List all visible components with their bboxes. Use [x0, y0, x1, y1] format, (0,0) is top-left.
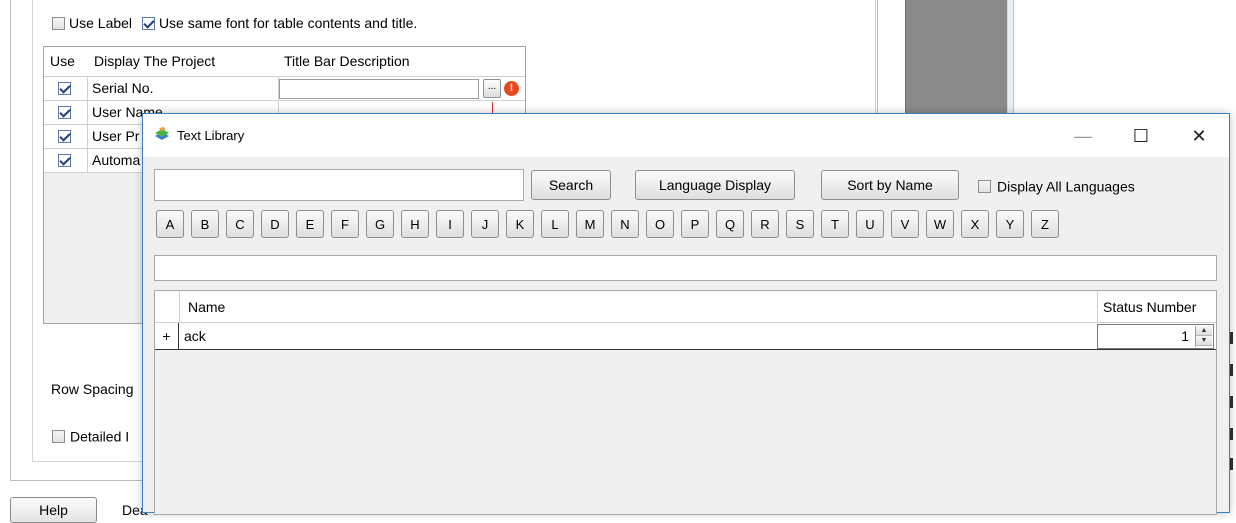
letter-button-g[interactable]: G	[366, 210, 394, 238]
app-icon	[155, 127, 169, 140]
title-bar[interactable]: Text Library — ☐ ✕	[143, 114, 1229, 157]
letter-button-x[interactable]: X	[961, 210, 989, 238]
filter-input[interactable]	[154, 255, 1217, 281]
project-row-serial[interactable]: Serial No. ... !	[44, 77, 525, 101]
letter-button-k[interactable]: K	[506, 210, 534, 238]
row-project-label: Automa	[92, 152, 141, 168]
browse-text-button[interactable]: ...	[483, 79, 501, 98]
letter-button-u[interactable]: U	[856, 210, 884, 238]
letter-button-c[interactable]: C	[226, 210, 254, 238]
error-icon: !	[504, 81, 519, 96]
display-all-languages-option: Display All Languages	[978, 177, 1135, 194]
letter-button-i[interactable]: I	[436, 210, 464, 238]
letter-button-h[interactable]: H	[401, 210, 429, 238]
spin-down-icon[interactable]: ▼	[1196, 336, 1212, 346]
letter-button-t[interactable]: T	[821, 210, 849, 238]
status-number-stepper[interactable]: 1 ▲ ▼	[1097, 324, 1214, 349]
row-name-cell[interactable]: ack	[184, 328, 206, 344]
preview-scroll-edge	[1008, 0, 1014, 118]
letter-button-d[interactable]: D	[261, 210, 289, 238]
letter-button-o[interactable]: O	[646, 210, 674, 238]
header-status-number[interactable]: Status Number	[1103, 299, 1196, 315]
letter-button-z[interactable]: Z	[1031, 210, 1059, 238]
use-label-checkbox[interactable]	[52, 16, 65, 30]
row-use-checkbox[interactable]	[58, 154, 71, 167]
detailed-label: Detailed I	[70, 428, 130, 445]
row-spacing-label: Row Spacing	[51, 381, 134, 397]
help-button[interactable]: Help	[10, 497, 97, 523]
text-library-window: Text Library — ☐ ✕ Search Language Displ…	[142, 113, 1230, 515]
letter-button-e[interactable]: E	[296, 210, 324, 238]
letter-button-s[interactable]: S	[786, 210, 814, 238]
detailed-checkbox[interactable]	[52, 429, 65, 443]
letter-button-m[interactable]: M	[576, 210, 604, 238]
window-title: Text Library	[177, 128, 245, 143]
minimize-button[interactable]: —	[1060, 122, 1106, 150]
expand-row-button[interactable]: +	[155, 323, 179, 350]
use-label-text: Use Label	[69, 15, 133, 32]
row-use-checkbox[interactable]	[58, 130, 71, 143]
row-project-label: Serial No.	[92, 80, 154, 96]
close-button[interactable]: ✕	[1176, 122, 1222, 150]
title-description-input[interactable]	[279, 79, 479, 99]
maximize-button[interactable]: ☐	[1118, 122, 1164, 150]
header-use: Use	[50, 53, 75, 69]
letter-button-y[interactable]: Y	[996, 210, 1024, 238]
preview-area	[905, 0, 1008, 118]
header-title-bar-description: Title Bar Description	[284, 53, 410, 69]
project-table-header: Use Display The Project Title Bar Descri…	[44, 47, 525, 77]
header-display-project: Display The Project	[94, 53, 216, 69]
letter-button-j[interactable]: J	[471, 210, 499, 238]
display-all-languages-label: Display All Languages	[997, 178, 1135, 195]
status-number-value: 1	[1181, 328, 1189, 344]
letter-button-b[interactable]: B	[191, 210, 219, 238]
header-name[interactable]: Name	[188, 299, 225, 315]
grid-header: Name Status Number	[155, 291, 1216, 323]
search-input[interactable]	[154, 169, 524, 201]
letter-button-r[interactable]: R	[751, 210, 779, 238]
letter-button-w[interactable]: W	[926, 210, 954, 238]
search-button[interactable]: Search	[531, 170, 611, 200]
table-row[interactable]: + ack 1 ▲ ▼	[155, 323, 1216, 350]
row-use-checkbox[interactable]	[58, 106, 71, 119]
letter-button-f[interactable]: F	[331, 210, 359, 238]
spin-up-icon[interactable]: ▲	[1196, 326, 1212, 336]
letter-button-n[interactable]: N	[611, 210, 639, 238]
letter-button-v[interactable]: V	[891, 210, 919, 238]
detailed-option: Detailed I	[52, 427, 129, 444]
label-options-row: Use Label Use same font for table conten…	[52, 14, 423, 31]
letter-button-p[interactable]: P	[681, 210, 709, 238]
same-font-checkbox[interactable]	[141, 16, 155, 30]
display-all-languages-checkbox[interactable]	[978, 179, 991, 193]
letter-button-a[interactable]: A	[156, 210, 184, 238]
row-use-checkbox[interactable]	[58, 82, 71, 95]
row-project-label: User Pr	[92, 128, 140, 144]
sort-by-name-button[interactable]: Sort by Name	[821, 170, 959, 200]
text-grid: Name Status Number + ack 1 ▲ ▼	[154, 290, 1217, 515]
letter-button-l[interactable]: L	[541, 210, 569, 238]
same-font-text: Use same font for table contents and tit…	[158, 15, 418, 32]
language-display-button[interactable]: Language Display	[635, 170, 795, 200]
letter-button-q[interactable]: Q	[716, 210, 744, 238]
